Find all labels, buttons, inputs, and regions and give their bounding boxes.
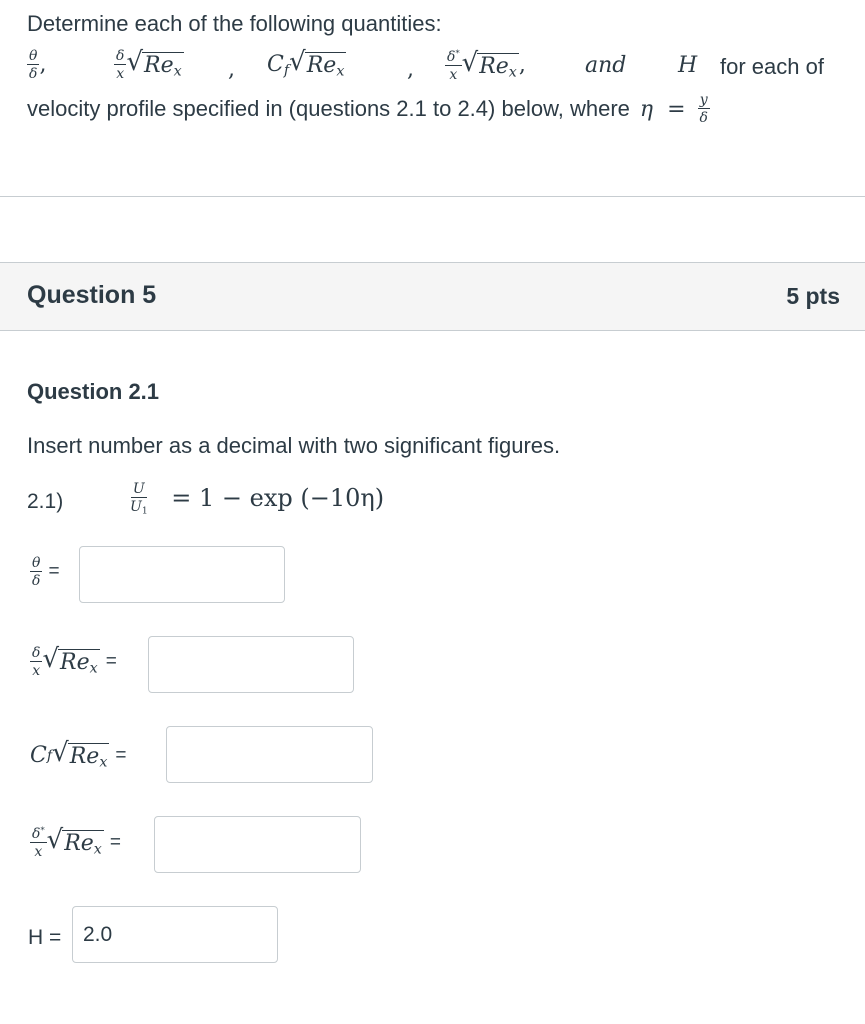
velocity-profile-equation: U U1 = 1 − exp (−10η) xyxy=(130,481,385,517)
intro-heading: Determine each of the following quantiti… xyxy=(27,11,442,36)
equation-label: 2.1) xyxy=(27,490,64,513)
subquestion-title: Question 2.1 xyxy=(27,379,160,404)
h-input[interactable] xyxy=(72,906,278,963)
cf-sqrt-re-label: Cf √ Rex = xyxy=(30,738,127,771)
for-each-of: for each of xyxy=(720,54,824,79)
instruction-text: Insert number as a decimal with two sign… xyxy=(27,433,561,458)
and-word: and xyxy=(585,53,627,78)
delta-over-x-sqrt-re: δ x √ Rex xyxy=(114,47,184,82)
theta-delta-input[interactable] xyxy=(79,546,285,603)
question-title: Question 5 xyxy=(27,281,157,309)
divider xyxy=(0,196,865,197)
theta-delta-label: θδ = xyxy=(30,555,60,589)
cf-sqrt-re: Cf √ Rex xyxy=(267,47,347,80)
delta-star-sqrt-re-input[interactable] xyxy=(154,816,361,873)
delta-x-sqrt-re-input[interactable] xyxy=(148,636,354,693)
theta-over-delta: θδ, xyxy=(27,48,47,82)
quantities-list: θδ, δ x √ Rex , Cf √ Rex , δ* x √ Rex, and H for… xyxy=(27,47,824,84)
h-label: H = xyxy=(28,926,62,949)
eta-symbol: η xyxy=(639,96,654,122)
cf-sqrt-re-input[interactable] xyxy=(166,726,373,783)
delta-star-sqrt-re-label: δ* x √ Rex = xyxy=(30,824,121,861)
intro-line3: velocity profile specified in (questions… xyxy=(27,92,710,126)
question-points: 5 pts xyxy=(786,283,840,309)
delta-x-sqrt-re-label: δ x √ Rex = xyxy=(30,644,117,679)
delta-star-over-x-sqrt-re: δ* x √ Rex, xyxy=(445,47,526,84)
h-symbol: H xyxy=(678,53,698,78)
